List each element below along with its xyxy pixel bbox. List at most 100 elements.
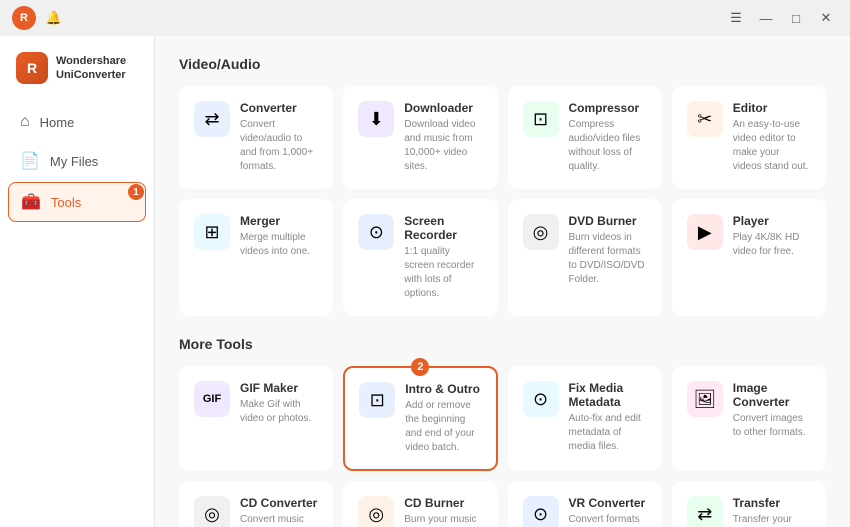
home-icon: ⌂ [20,113,30,131]
minimize-button[interactable]: — [754,6,778,30]
tool-vr-converter[interactable]: ⊙ VR Converter Convert formats for diffe… [508,481,662,527]
vr-converter-desc: Convert formats for different VR devices… [569,513,647,527]
titlebar: R 🔔 ☰ — □ ✕ [0,0,850,36]
tool-player[interactable]: ▶ Player Play 4K/8K HD video for free. [672,199,826,316]
converter-icon: ⇄ [194,101,230,137]
image-converter-desc: Convert images to other formats. [733,412,811,440]
cd-converter-desc: Convert music from CD. [240,513,318,527]
image-converter-icon: 🖼 [687,381,723,417]
intro-outro-icon: ⊡ [359,382,395,418]
editor-icon: ✂ [687,101,723,137]
transfer-desc: Transfer your files to device. [733,513,811,527]
maximize-button[interactable]: □ [784,6,808,30]
cd-burner-icon: ◎ [358,496,394,527]
sidebar-myfiles-label: My Files [50,154,98,169]
titlebar-left-icons: R 🔔 [12,6,66,30]
image-converter-info: Image Converter Convert images to other … [733,381,811,440]
notification-icon[interactable]: 🔔 [42,6,66,30]
app-name: Wondershare UniConverter [56,54,126,83]
transfer-info: Transfer Transfer your files to device. [733,496,811,527]
tool-editor[interactable]: ✂ Editor An easy-to-use video editor to … [672,86,826,189]
intro-outro-wrapper: 2 ⊡ Intro & Outro Add or remove the begi… [343,366,497,471]
main-content: Video/Audio ⇄ Converter Convert video/au… [155,36,850,527]
image-converter-name: Image Converter [733,381,811,409]
logo-icon: R [16,52,48,84]
screen-recorder-name: Screen Recorder [404,214,482,242]
more-tools-title: More Tools [179,336,826,352]
fix-media-info: Fix Media Metadata Auto-fix and edit met… [569,381,647,454]
tool-fix-media[interactable]: ⊙ Fix Media Metadata Auto-fix and edit m… [508,366,662,471]
sidebar-item-tools[interactable]: 🧰 Tools [8,182,146,222]
app-body: R Wondershare UniConverter ⌂ Home 📄 My F… [0,36,850,527]
screen-recorder-icon: ⊙ [358,214,394,250]
video-audio-grid: ⇄ Converter Convert video/audio to and f… [179,86,826,316]
vr-converter-name: VR Converter [569,496,647,510]
merger-icon: ⊞ [194,214,230,250]
converter-info: Converter Convert video/audio to and fro… [240,101,318,174]
converter-name: Converter [240,101,318,115]
sidebar-nav: ⌂ Home 📄 My Files 🧰 Tools 1 [0,104,154,222]
window-controls: ☰ — □ ✕ [724,6,838,30]
transfer-name: Transfer [733,496,811,510]
tool-cd-burner[interactable]: ◎ CD Burner Burn your music to CD. [343,481,497,527]
vr-converter-icon: ⊙ [523,496,559,527]
sidebar: R Wondershare UniConverter ⌂ Home 📄 My F… [0,36,155,527]
gif-maker-icon: GIF [194,381,230,417]
screen-recorder-info: Screen Recorder 1:1 quality screen recor… [404,214,482,301]
sidebar-home-label: Home [40,115,75,130]
player-icon: ▶ [687,214,723,250]
intro-outro-badge: 2 [411,358,429,376]
tool-intro-outro[interactable]: ⊡ Intro & Outro Add or remove the beginn… [343,366,497,471]
tool-dvd-burner[interactable]: ◎ DVD Burner Burn videos in different fo… [508,199,662,316]
intro-outro-name: Intro & Outro [405,382,481,396]
cd-burner-info: CD Burner Burn your music to CD. [404,496,482,527]
intro-outro-info: Intro & Outro Add or remove the beginnin… [405,382,481,455]
player-info: Player Play 4K/8K HD video for free. [733,214,811,259]
tool-cd-converter[interactable]: ◎ CD Converter Convert music from CD. [179,481,333,527]
editor-info: Editor An easy-to-use video editor to ma… [733,101,811,174]
tool-screen-recorder[interactable]: ⊙ Screen Recorder 1:1 quality screen rec… [343,199,497,316]
menu-icon[interactable]: ☰ [724,6,748,30]
dvd-burner-desc: Burn videos in different formats to DVD/… [569,231,647,287]
editor-name: Editor [733,101,811,115]
sidebar-tools-label: Tools [51,195,81,210]
tool-image-converter[interactable]: 🖼 Image Converter Convert images to othe… [672,366,826,471]
cd-converter-info: CD Converter Convert music from CD. [240,496,318,527]
compressor-icon: ⊡ [523,101,559,137]
sidebar-item-myfiles[interactable]: 📄 My Files [8,142,146,180]
compressor-desc: Compress audio/video files without loss … [569,118,647,174]
downloader-desc: Download video and music from 10,000+ vi… [404,118,482,174]
fix-media-name: Fix Media Metadata [569,381,647,409]
tool-merger[interactable]: ⊞ Merger Merge multiple videos into one. [179,199,333,316]
merger-desc: Merge multiple videos into one. [240,231,318,259]
screen-recorder-desc: 1:1 quality screen recorder with lots of… [404,245,482,301]
user-avatar[interactable]: R [12,6,36,30]
downloader-name: Downloader [404,101,482,115]
downloader-icon: ⬇ [358,101,394,137]
video-audio-title: Video/Audio [179,56,826,72]
intro-outro-desc: Add or remove the beginning and end of y… [405,399,481,455]
tool-compressor[interactable]: ⊡ Compressor Compress audio/video files … [508,86,662,189]
tool-converter[interactable]: ⇄ Converter Convert video/audio to and f… [179,86,333,189]
gif-maker-desc: Make Gif with video or photos. [240,398,318,426]
cd-converter-name: CD Converter [240,496,318,510]
close-button[interactable]: ✕ [814,6,838,30]
editor-desc: An easy-to-use video editor to make your… [733,118,811,174]
dvd-burner-info: DVD Burner Burn videos in different form… [569,214,647,287]
myfiles-icon: 📄 [20,151,40,171]
tool-downloader[interactable]: ⬇ Downloader Download video and music fr… [343,86,497,189]
merger-info: Merger Merge multiple videos into one. [240,214,318,259]
sidebar-item-home[interactable]: ⌂ Home [8,104,146,140]
tools-badge: 1 [128,184,144,200]
tool-transfer[interactable]: ⇄ Transfer Transfer your files to device… [672,481,826,527]
player-desc: Play 4K/8K HD video for free. [733,231,811,259]
gif-maker-info: GIF Maker Make Gif with video or photos. [240,381,318,426]
compressor-name: Compressor [569,101,647,115]
player-name: Player [733,214,811,228]
cd-converter-icon: ◎ [194,496,230,527]
vr-converter-info: VR Converter Convert formats for differe… [569,496,647,527]
cd-burner-name: CD Burner [404,496,482,510]
downloader-info: Downloader Download video and music from… [404,101,482,174]
converter-desc: Convert video/audio to and from 1,000+ f… [240,118,318,174]
tool-gif-maker[interactable]: GIF GIF Maker Make Gif with video or pho… [179,366,333,471]
